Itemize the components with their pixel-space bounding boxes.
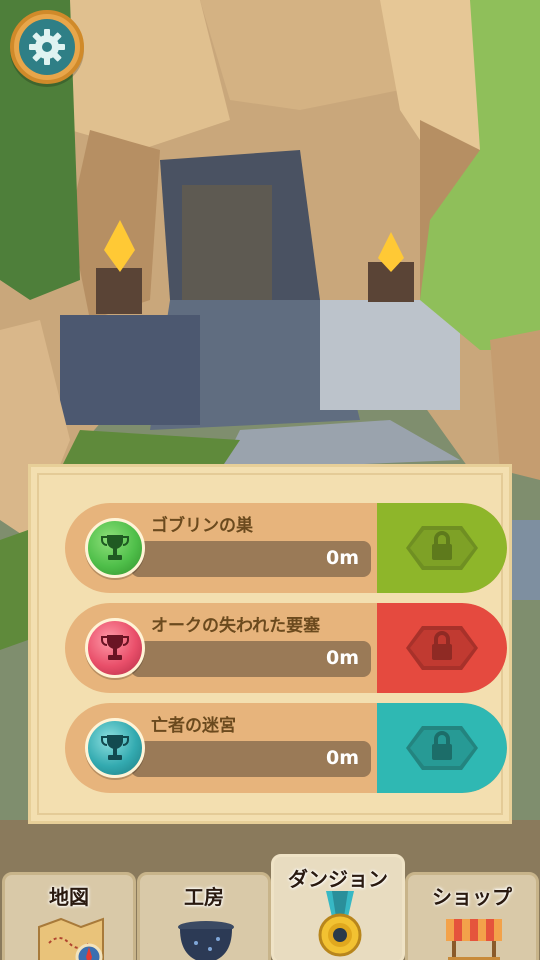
dungeon-list-panel: ゴブリンの巣 0m オークの失われた要塞 0m 亡者の迷宮 0m bbox=[28, 464, 512, 824]
lock-icon bbox=[406, 726, 478, 770]
dungeon-distance: 0m bbox=[325, 647, 359, 669]
medal-icon bbox=[318, 891, 362, 957]
bottom-tab-bar: 地図 工房 ダンジョン ショップ bbox=[0, 854, 540, 960]
cauldron-icon bbox=[178, 921, 234, 960]
dungeon-lock-button[interactable] bbox=[377, 603, 507, 693]
dungeon-row-orc[interactable]: オークの失われた要塞 0m bbox=[65, 603, 507, 693]
dungeon-row-goblin[interactable]: ゴブリンの巣 0m bbox=[65, 503, 507, 593]
dungeon-name: オークの失われた要塞 bbox=[151, 616, 321, 636]
trophy-icon bbox=[85, 718, 145, 778]
settings-button[interactable] bbox=[10, 10, 84, 84]
tab-label: ショップ bbox=[432, 885, 512, 909]
tab-label: 工房 bbox=[184, 885, 224, 909]
tab-map[interactable]: 地図 bbox=[2, 872, 136, 960]
tab-label: 地図 bbox=[49, 885, 89, 909]
lock-icon bbox=[406, 626, 478, 670]
dungeon-lock-button[interactable] bbox=[377, 503, 507, 593]
dungeon-distance: 0m bbox=[325, 547, 359, 569]
tab-workshop[interactable]: 工房 bbox=[137, 872, 271, 960]
dungeon-name: 亡者の迷宮 bbox=[151, 716, 236, 736]
shop-stall-icon bbox=[446, 919, 502, 960]
tab-label: ダンジョン bbox=[288, 867, 388, 891]
dungeon-row-undead[interactable]: 亡者の迷宮 0m bbox=[65, 703, 507, 793]
gear-icon bbox=[19, 19, 75, 75]
dungeon-lock-button[interactable] bbox=[377, 703, 507, 793]
dungeon-name: ゴブリンの巣 bbox=[151, 516, 253, 536]
tab-dungeon[interactable]: ダンジョン bbox=[271, 854, 405, 960]
trophy-icon bbox=[85, 618, 145, 678]
tab-shop[interactable]: ショップ bbox=[405, 872, 539, 960]
dungeon-distance: 0m bbox=[325, 747, 359, 769]
lock-icon bbox=[406, 526, 478, 570]
map-icon bbox=[38, 917, 104, 960]
trophy-icon bbox=[85, 518, 145, 578]
